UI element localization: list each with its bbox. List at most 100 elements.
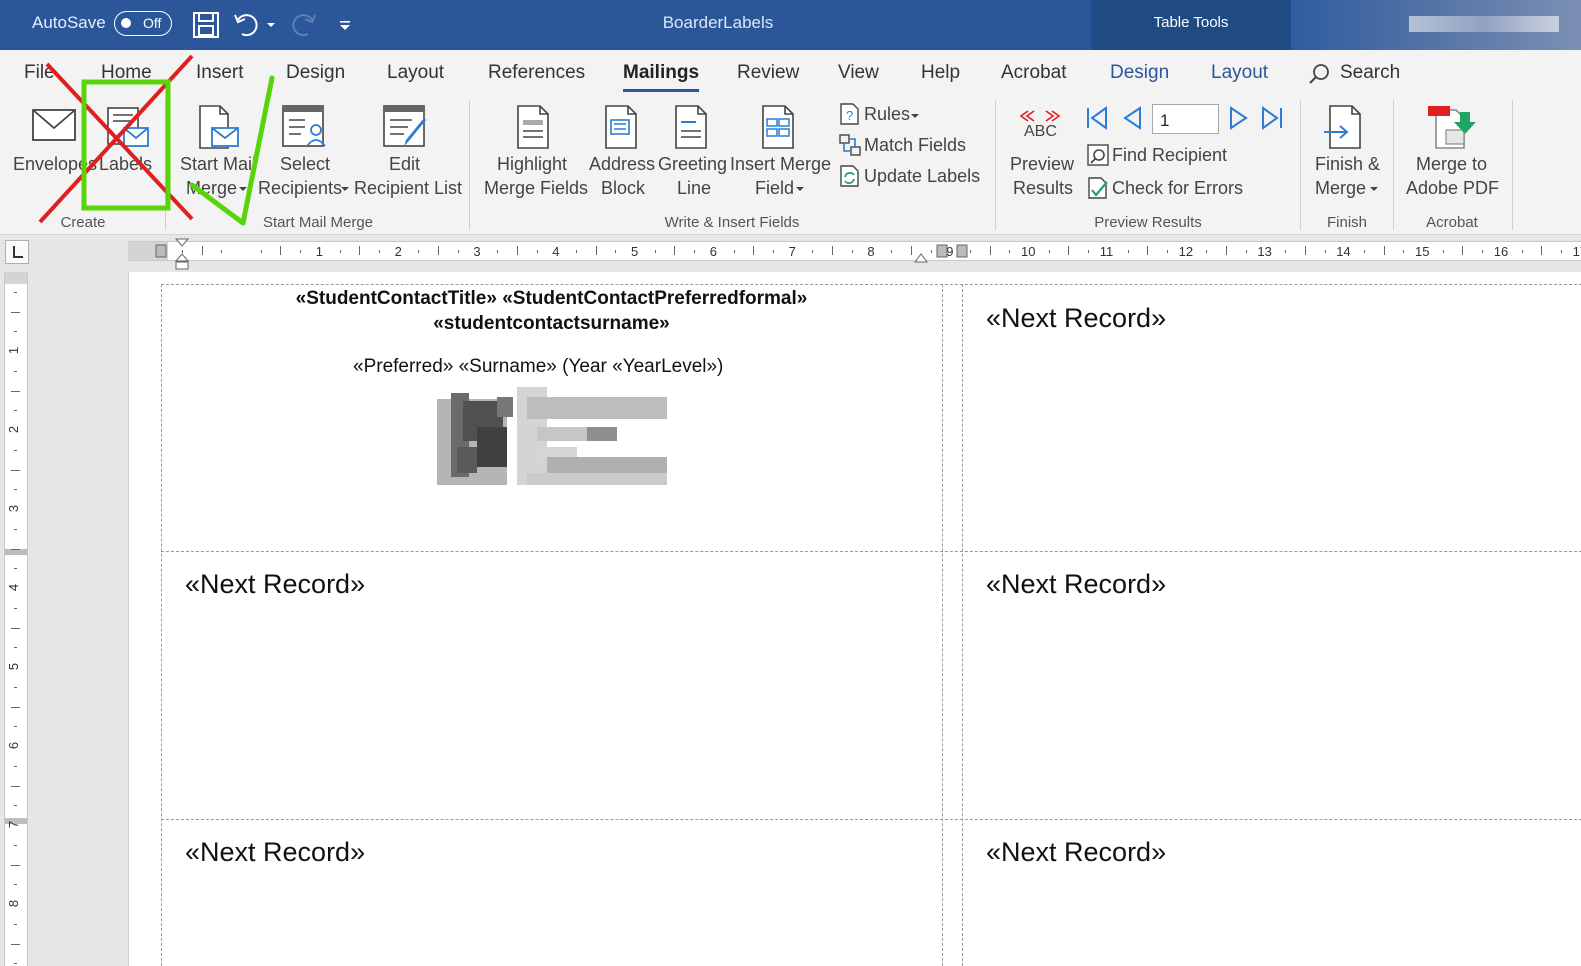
group-separator bbox=[1300, 100, 1301, 230]
vertical-ruler[interactable]: 1 2 3 4 5 6 7 8 bbox=[4, 272, 28, 966]
match-fields-button[interactable]: Match Fields bbox=[864, 135, 966, 156]
column-marker-left-icon[interactable] bbox=[155, 243, 167, 259]
row-marker[interactable] bbox=[5, 549, 27, 555]
greeting-line-label[interactable]: Greeting bbox=[658, 152, 727, 176]
update-labels-icon[interactable] bbox=[838, 164, 862, 188]
record-number-input[interactable]: 1 bbox=[1152, 104, 1219, 134]
next-record-field[interactable]: «Next Record» bbox=[185, 837, 365, 868]
autosave-toggle[interactable]: Off bbox=[114, 11, 172, 36]
left-tab-icon bbox=[13, 246, 23, 258]
tab-layout[interactable]: Layout bbox=[387, 62, 444, 84]
find-recipient-button[interactable]: Find Recipient bbox=[1112, 145, 1227, 166]
tab-mailings[interactable]: Mailings bbox=[623, 62, 700, 92]
tab-insert[interactable]: Insert bbox=[196, 62, 244, 84]
highlight-merge-fields-icon[interactable] bbox=[514, 104, 554, 150]
insert-merge-field-label-2[interactable]: Field bbox=[755, 176, 794, 200]
address-block-icon[interactable] bbox=[602, 104, 642, 150]
tab-review[interactable]: Review bbox=[737, 62, 799, 84]
tab-references[interactable]: References bbox=[488, 62, 585, 84]
merge-field-contact-title[interactable]: «StudentContactTitle» «StudentContactPre… bbox=[161, 288, 942, 310]
save-icon[interactable] bbox=[191, 10, 221, 40]
address-block-label[interactable]: Address bbox=[589, 152, 655, 176]
edit-recipient-list-label-2[interactable]: Recipient List bbox=[354, 176, 462, 200]
start-mail-merge-label[interactable]: Start Mail bbox=[180, 152, 256, 176]
check-errors-icon[interactable] bbox=[1086, 176, 1110, 200]
start-mail-merge-icon[interactable] bbox=[196, 104, 242, 152]
user-account-area[interactable] bbox=[1291, 0, 1581, 50]
select-recipients-label-2[interactable]: Recipients bbox=[258, 176, 342, 200]
undo-icon[interactable] bbox=[232, 10, 262, 40]
select-recipients-label[interactable]: Select bbox=[280, 152, 330, 176]
greeting-line-icon[interactable] bbox=[672, 104, 712, 150]
preview-results-label[interactable]: Preview bbox=[1010, 152, 1074, 176]
next-record-field[interactable]: «Next Record» bbox=[986, 303, 1166, 334]
next-record-field[interactable]: «Next Record» bbox=[986, 569, 1166, 600]
next-record-field[interactable]: «Next Record» bbox=[185, 569, 365, 600]
finish-merge-icon[interactable] bbox=[1322, 104, 1368, 150]
tab-home[interactable]: Home bbox=[101, 62, 152, 84]
merge-to-adobe-pdf-label[interactable]: Merge to bbox=[1416, 152, 1487, 176]
ruler-number: 15 bbox=[1415, 244, 1430, 259]
ruler-tick bbox=[1166, 250, 1168, 253]
undo-dropdown-icon[interactable] bbox=[264, 10, 278, 40]
horizontal-ruler[interactable]: 1234567891011121314151617 bbox=[128, 241, 1581, 261]
finish-merge-label[interactable]: Finish & bbox=[1315, 152, 1380, 176]
merge-to-adobe-pdf-icon[interactable] bbox=[1426, 104, 1478, 150]
table-border-left bbox=[161, 284, 162, 966]
search-icon[interactable] bbox=[1307, 62, 1331, 86]
group-separator bbox=[1393, 100, 1394, 230]
tab-search[interactable]: Search bbox=[1340, 62, 1400, 84]
column-marker-icon[interactable] bbox=[935, 243, 971, 259]
match-fields-icon[interactable] bbox=[838, 133, 862, 157]
check-errors-button[interactable]: Check for Errors bbox=[1112, 178, 1243, 199]
previous-record-icon[interactable] bbox=[1121, 106, 1143, 130]
next-record-icon[interactable] bbox=[1228, 106, 1250, 130]
envelopes-button[interactable]: Envelopes bbox=[13, 152, 97, 176]
highlight-label-2[interactable]: Merge Fields bbox=[484, 176, 588, 200]
labels-button[interactable]: Labels bbox=[99, 152, 152, 176]
ruler-number: 12 bbox=[1178, 244, 1194, 259]
tab-acrobat[interactable]: Acrobat bbox=[1001, 62, 1066, 84]
merge-field-contact-surname[interactable]: «studentcontactsurname» bbox=[161, 313, 942, 335]
create-group-label: Create bbox=[60, 214, 106, 231]
blurred-username bbox=[1409, 16, 1559, 32]
tab-design[interactable]: Design bbox=[286, 62, 345, 84]
rules-button[interactable]: Rules bbox=[864, 104, 910, 125]
merge-field-student-line[interactable]: «Preferred» «Surname» (Year «YearLevel») bbox=[353, 356, 723, 378]
tab-stop-selector[interactable] bbox=[5, 240, 29, 264]
start-mail-merge-label-2[interactable]: Merge bbox=[186, 176, 237, 200]
rules-icon[interactable]: ? bbox=[838, 102, 862, 126]
finish-merge-label-2[interactable]: Merge bbox=[1315, 176, 1366, 200]
insert-merge-field-icon[interactable] bbox=[759, 104, 799, 150]
tab-table-layout[interactable]: Layout bbox=[1211, 62, 1268, 84]
customize-quick-access-icon[interactable] bbox=[336, 10, 354, 40]
ruler-tick bbox=[575, 250, 577, 253]
tab-help[interactable]: Help bbox=[921, 62, 960, 84]
address-block-label-2[interactable]: Block bbox=[601, 176, 645, 200]
preview-results-label-2[interactable]: Results bbox=[1013, 176, 1073, 200]
next-record-field[interactable]: «Next Record» bbox=[986, 837, 1166, 868]
ruler-tick bbox=[11, 706, 20, 708]
merge-to-adobe-pdf-label-2[interactable]: Adobe PDF bbox=[1406, 176, 1499, 200]
labels-icon[interactable] bbox=[104, 106, 150, 150]
redo-icon[interactable] bbox=[288, 10, 318, 40]
edit-recipient-list-icon[interactable] bbox=[382, 104, 430, 150]
update-labels-button[interactable]: Update Labels bbox=[864, 166, 980, 187]
tab-view[interactable]: View bbox=[838, 62, 879, 84]
highlight-label[interactable]: Highlight bbox=[497, 152, 567, 176]
first-record-icon[interactable] bbox=[1085, 106, 1109, 130]
envelope-icon[interactable] bbox=[31, 108, 77, 142]
indent-markers-icon[interactable] bbox=[174, 237, 190, 271]
tab-table-design[interactable]: Design bbox=[1110, 62, 1169, 84]
insert-merge-field-label[interactable]: Insert Merge bbox=[730, 152, 831, 176]
tab-file[interactable]: File bbox=[24, 62, 55, 84]
edit-recipient-list-label[interactable]: Edit bbox=[389, 152, 420, 176]
find-recipient-icon[interactable] bbox=[1086, 143, 1110, 167]
right-indent-icon[interactable] bbox=[913, 250, 929, 264]
document-page[interactable]: «StudentContactTitle» «StudentContactPre… bbox=[128, 272, 1581, 966]
greeting-line-label-2[interactable]: Line bbox=[677, 176, 711, 200]
mailings-ribbon: Envelopes Labels Create Start Mail Merge bbox=[0, 96, 1581, 235]
ruler-tick bbox=[1482, 250, 1484, 253]
select-recipients-icon[interactable] bbox=[281, 104, 329, 150]
last-record-icon[interactable] bbox=[1260, 106, 1284, 130]
